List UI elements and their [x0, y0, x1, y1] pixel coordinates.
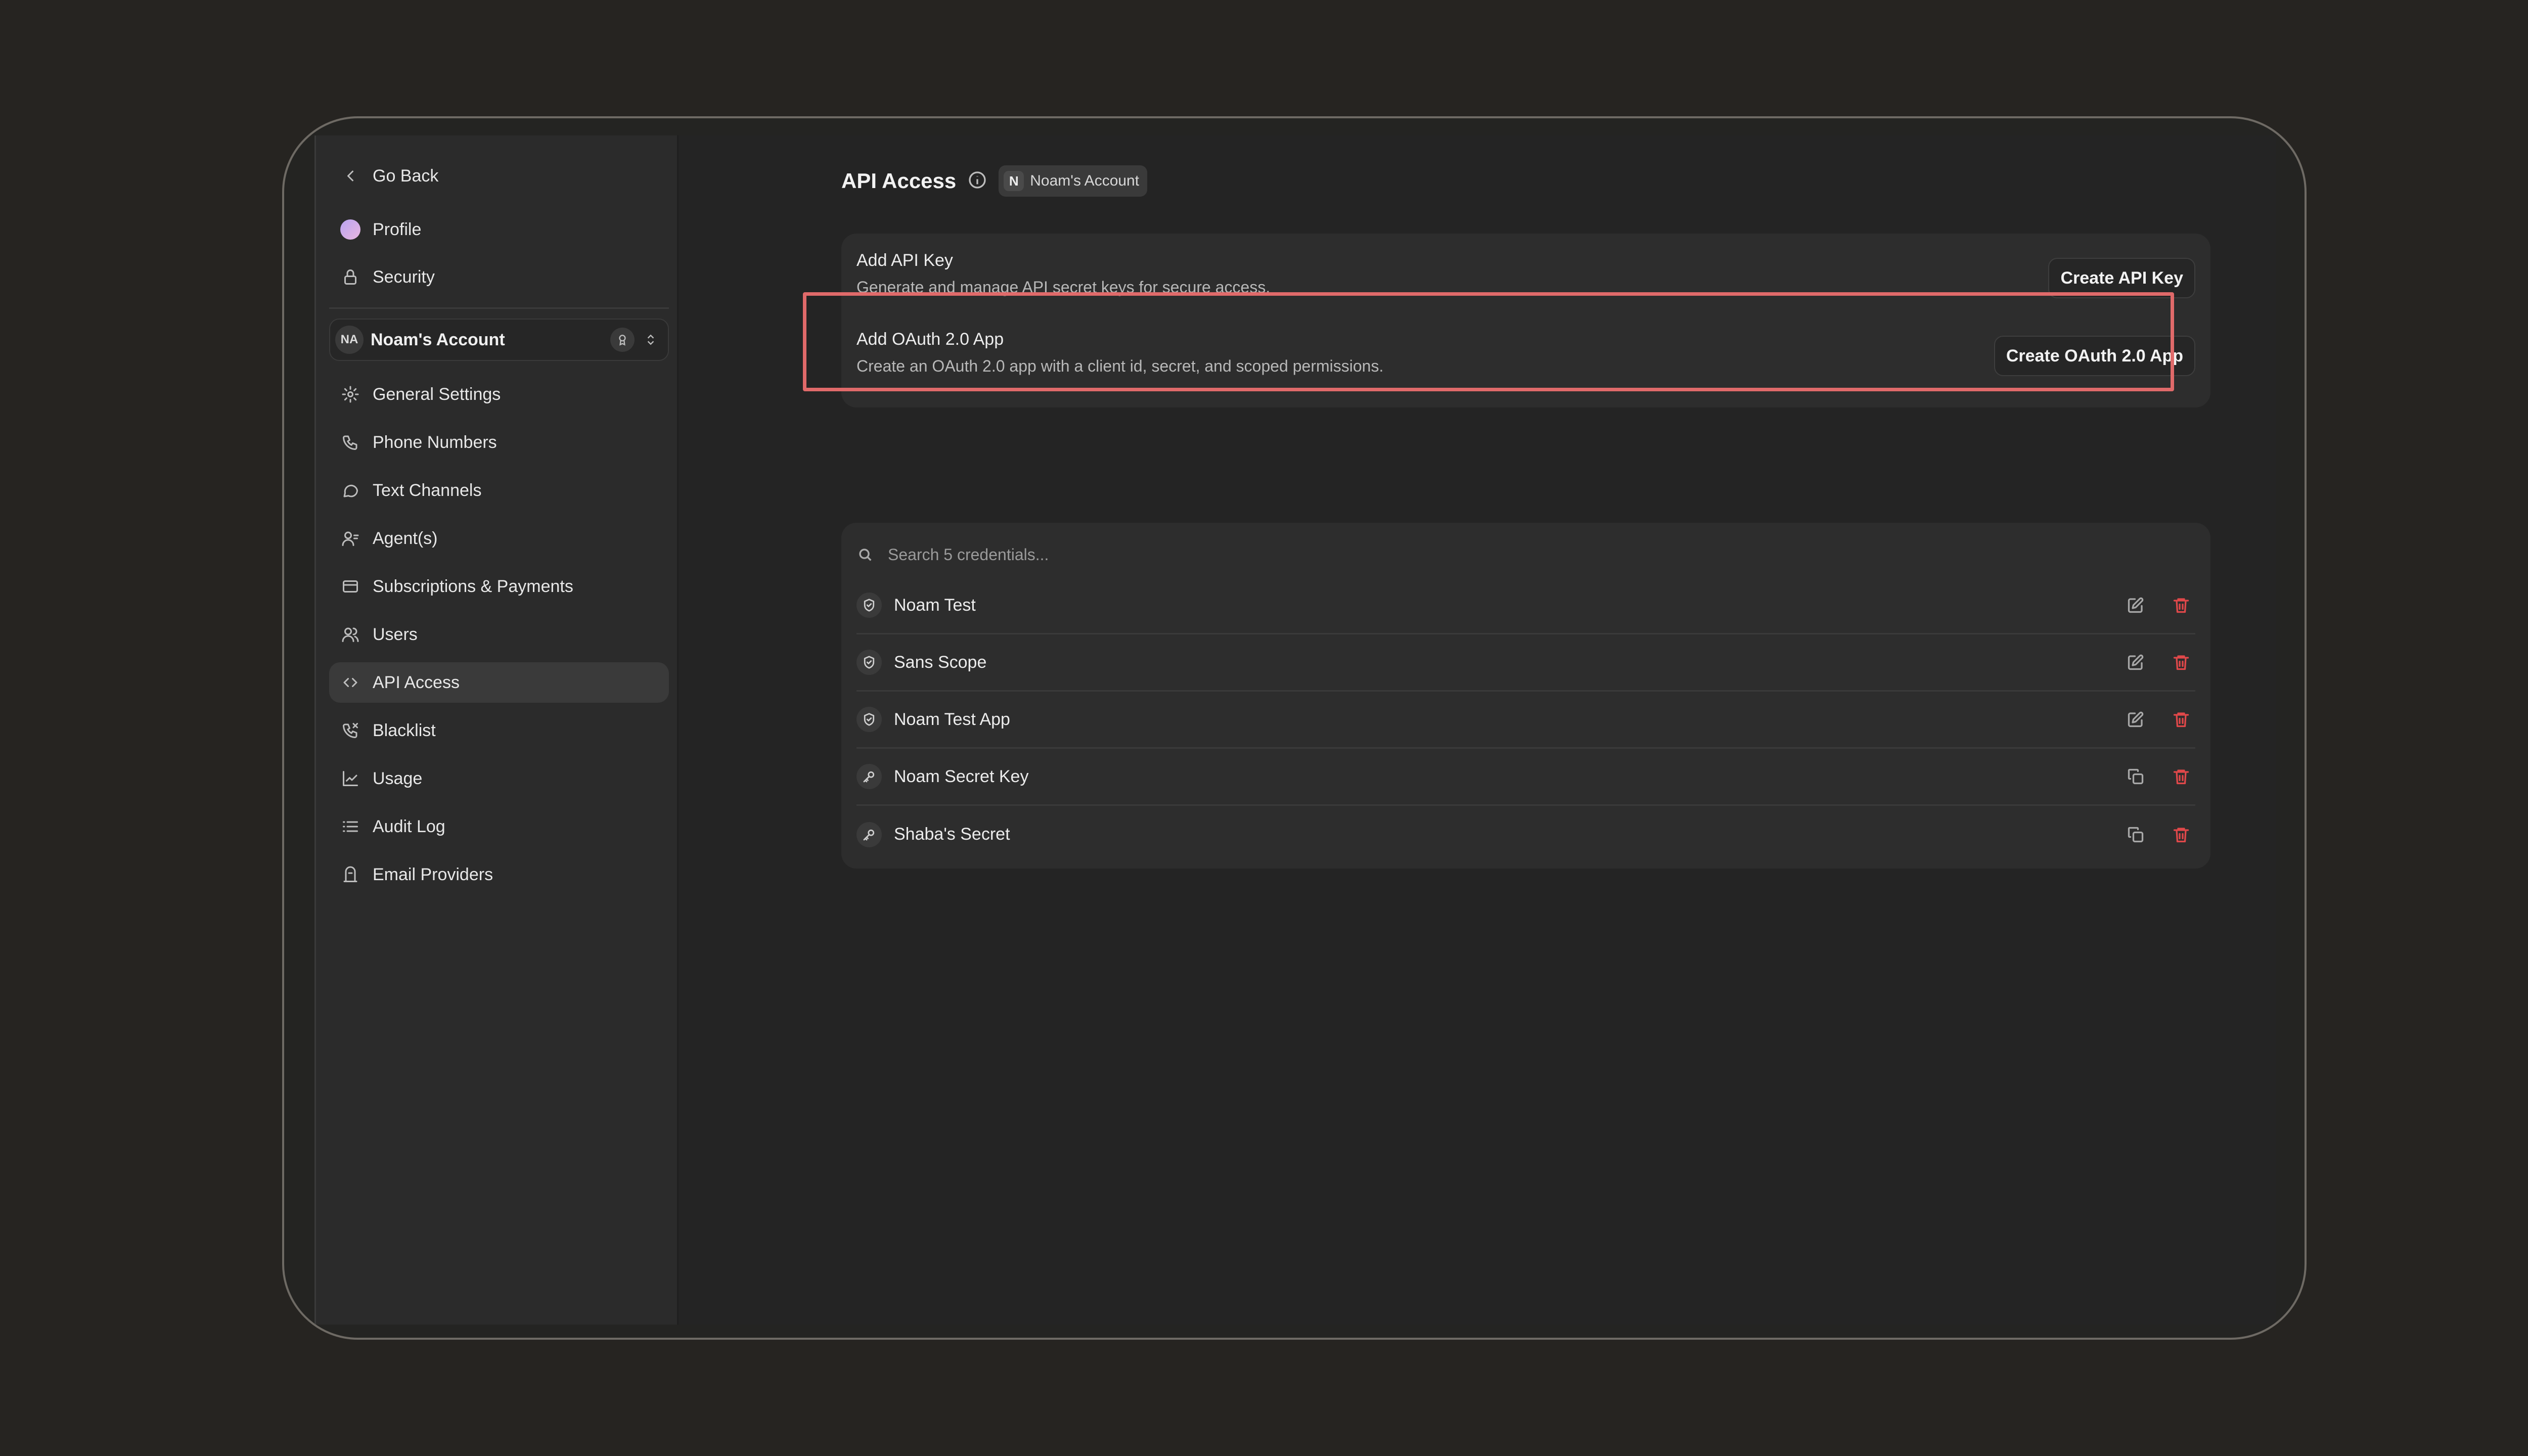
page-title: API Access [841, 169, 957, 193]
account-chip: N Noam's Account [999, 165, 1148, 197]
page-header: API Access N Noam's Account [841, 165, 1148, 197]
lock-icon [339, 266, 362, 288]
oauth-app-row: Add OAuth 2.0 App Create an OAuth 2.0 ap… [841, 312, 2210, 388]
go-back-label: Go Back [373, 166, 439, 186]
trash-icon[interactable] [2167, 762, 2195, 791]
mailbox-icon [339, 863, 362, 886]
api-key-title: Add API Key [856, 251, 953, 270]
trash-icon[interactable] [2167, 821, 2195, 849]
phone-numbers-icon [339, 431, 362, 453]
trash-icon[interactable] [2167, 705, 2195, 734]
oauth-app-description: Create an OAuth 2.0 app with a client id… [856, 357, 1384, 375]
sidebar-item-agents[interactable]: Agent(s) [329, 518, 669, 559]
sidebar-item-label: Text Channels [373, 480, 482, 500]
credential-row[interactable]: Noam Test [856, 577, 2195, 634]
app-screen: Go Back Profile Security NA Noam's Accou… [314, 135, 2276, 1325]
credential-name: Shaba's Secret [894, 825, 1010, 844]
device-frame: Go Back Profile Security NA Noam's Accou… [282, 116, 2307, 1340]
key-icon [856, 822, 882, 847]
sidebar-item-audit-log[interactable]: Audit Log [329, 806, 669, 847]
credential-row[interactable]: Sans Scope [856, 634, 2195, 692]
credential-row[interactable]: Noam Secret Key [856, 749, 2195, 806]
search-icon [859, 549, 872, 561]
sidebar-item-users[interactable]: Users [329, 614, 669, 655]
credential-name: Sans Scope [894, 652, 987, 672]
account-chip-initial: N [1004, 171, 1024, 191]
account-name: Noam's Account [371, 330, 505, 349]
main-content: API Access N Noam's Account Add API Key … [679, 135, 2276, 1325]
sidebar-item-text-channels[interactable]: Text Channels [329, 470, 669, 511]
sidebar-item-blacklist[interactable]: Blacklist [329, 710, 669, 751]
create-credentials-card: Add API Key Generate and manage API secr… [841, 234, 2210, 407]
edit-icon[interactable] [2121, 648, 2150, 676]
credential-row[interactable]: Noam Test App [856, 692, 2195, 749]
sidebar-item-label: Blacklist [373, 720, 436, 740]
edit-icon[interactable] [2121, 705, 2150, 734]
trash-icon[interactable] [2167, 648, 2195, 676]
create-oauth-app-button[interactable]: Create OAuth 2.0 App [1994, 336, 2195, 376]
copy-icon[interactable] [2121, 821, 2150, 849]
key-icon [856, 764, 882, 789]
chat-icon [339, 479, 362, 502]
trash-icon[interactable] [2167, 591, 2195, 619]
sidebar-item-label: Security [373, 267, 435, 287]
shield-icon [856, 650, 882, 675]
credentials-list: Search 5 credentials... Noam Test Sans S… [841, 523, 2210, 869]
api-key-row: Add API Key Generate and manage API secr… [841, 234, 2210, 309]
gear-icon [339, 383, 362, 405]
search-input[interactable]: Search 5 credentials... [856, 537, 2195, 572]
account-selector[interactable]: NA Noam's Account [329, 318, 669, 361]
account-avatar: NA [335, 326, 364, 354]
agent-icon [339, 527, 362, 550]
sidebar-item-general-settings[interactable]: General Settings [329, 374, 669, 415]
credential-name: Noam Secret Key [894, 766, 1029, 786]
search-placeholder: Search 5 credentials... [888, 545, 1049, 564]
sidebar: Go Back Profile Security NA Noam's Accou… [314, 135, 679, 1325]
sidebar-item-label: Phone Numbers [373, 432, 497, 452]
chart-icon [339, 767, 362, 790]
sidebar-item-label: Email Providers [373, 864, 493, 884]
copy-icon[interactable] [2121, 762, 2150, 791]
credential-name: Noam Test [894, 595, 976, 615]
list-icon [339, 815, 362, 838]
shield-icon [856, 707, 882, 732]
sidebar-item-phone-numbers[interactable]: Phone Numbers [329, 422, 669, 463]
sidebar-item-label: Profile [373, 219, 422, 239]
avatar [339, 218, 362, 241]
sidebar-item-profile[interactable]: Profile [329, 209, 669, 250]
sidebar-item-label: API Access [373, 672, 460, 692]
sidebar-item-label: General Settings [373, 384, 501, 404]
sidebar-item-usage[interactable]: Usage [329, 758, 669, 799]
sidebar-divider [329, 307, 669, 309]
shield-icon [856, 593, 882, 618]
info-icon[interactable] [967, 170, 987, 193]
chevron-left-icon [339, 165, 362, 187]
create-api-key-button[interactable]: Create API Key [2048, 258, 2195, 298]
users-icon [339, 623, 362, 646]
credential-row[interactable]: Shaba's Secret [856, 806, 2195, 863]
api-key-description: Generate and manage API secret keys for … [856, 278, 1271, 296]
account-chip-label: Noam's Account [1030, 172, 1140, 189]
credential-name: Noam Test App [894, 709, 1010, 729]
sidebar-item-security[interactable]: Security [329, 257, 669, 297]
edit-icon[interactable] [2121, 591, 2150, 619]
sidebar-item-label: Users [373, 624, 418, 644]
code-icon [339, 671, 362, 694]
sidebar-item-api-access[interactable]: API Access [329, 662, 669, 703]
sidebar-item-label: Subscriptions & Payments [373, 576, 573, 596]
sidebar-item-label: Audit Log [373, 816, 445, 836]
go-back-button[interactable]: Go Back [329, 156, 669, 196]
chevron-up-down-icon [641, 333, 661, 346]
phone-blocked-icon [339, 719, 362, 742]
sidebar-item-label: Usage [373, 768, 423, 788]
sidebar-item-subscriptions[interactable]: Subscriptions & Payments [329, 566, 669, 607]
oauth-app-title: Add OAuth 2.0 App [856, 330, 1004, 349]
sidebar-item-email-providers[interactable]: Email Providers [329, 854, 669, 895]
badge-icon [610, 328, 635, 352]
credit-card-icon [339, 575, 362, 598]
sidebar-item-label: Agent(s) [373, 528, 438, 548]
